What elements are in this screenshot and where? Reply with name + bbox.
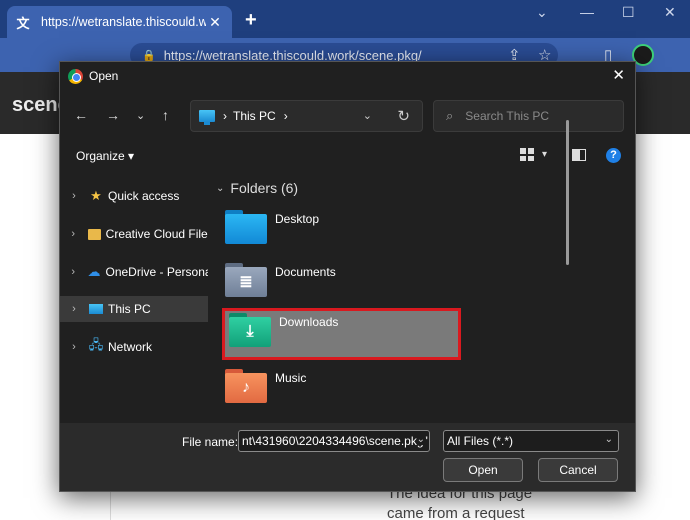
chevron-right-icon[interactable]: ›	[60, 190, 88, 202]
search-input[interactable]	[465, 109, 606, 123]
command-bar: Organize ▾ ▾ ?	[60, 142, 635, 170]
folder-documents[interactable]: ≣ Documents	[225, 261, 460, 309]
folder-name: Music	[275, 371, 307, 385]
view-options-icon[interactable]	[520, 148, 534, 161]
lock-icon: 🔒	[142, 49, 156, 62]
scrollbar[interactable]	[566, 120, 569, 265]
folder-music[interactable]: ♪ Music	[225, 367, 460, 415]
desktop-folder-icon	[225, 210, 267, 244]
sidebar-item-quick-access[interactable]: › ★ Quick access	[60, 183, 208, 209]
breadcrumb-this-pc[interactable]: This PC	[233, 109, 276, 123]
minimize-icon[interactable]: —	[580, 4, 594, 20]
sidebar-item-onedrive[interactable]: › ☁ OneDrive - Personal	[60, 259, 208, 285]
tab-close-icon[interactable]: ✕	[206, 14, 224, 31]
forward-arrow-icon[interactable]: →	[106, 107, 120, 123]
preview-pane-icon[interactable]	[572, 149, 586, 161]
tab-title: https://wetranslate.thiscould.work	[41, 15, 206, 29]
network-icon: 🖧	[88, 337, 104, 352]
window-close-icon[interactable]: ✕	[664, 4, 676, 21]
new-tab-button[interactable]: +	[245, 9, 257, 32]
browser-tab[interactable]: 文 https://wetranslate.thiscould.work ✕	[7, 6, 232, 38]
breadcrumb-separator: ›	[283, 109, 288, 123]
location-bar[interactable]: › This PC › ⌄ ↻	[190, 100, 423, 132]
browser-tab-strip: 文 https://wetranslate.thiscould.work ✕ +…	[0, 0, 690, 38]
breadcrumb-separator: ›	[223, 109, 227, 123]
file-name-input[interactable]: nt\431960\2204334496\scene.pkg" ⌄	[238, 430, 430, 452]
folder-name: Documents	[275, 265, 336, 279]
recent-locations-chevron-icon[interactable]: ⌄	[136, 109, 145, 122]
monitor-icon	[88, 302, 104, 316]
help-icon[interactable]: ?	[606, 148, 621, 163]
folder-name: Desktop	[275, 212, 320, 226]
translate-icon: 文	[16, 15, 30, 31]
search-box[interactable]: ⌕	[433, 100, 624, 132]
sidebar-item-label: OneDrive - Personal	[105, 265, 209, 279]
folder-name: Downloads	[279, 315, 339, 329]
organize-button[interactable]: Organize ▾	[76, 149, 134, 163]
chevron-right-icon[interactable]: ›	[60, 341, 88, 353]
up-arrow-icon[interactable]: ↑	[162, 107, 169, 123]
chrome-icon	[68, 68, 83, 84]
sidebar-item-label: Network	[108, 340, 153, 354]
file-name-label: File name:	[182, 435, 239, 449]
navigation-row: ← → ⌄ ↑ › This PC › ⌄ ↻ ⌕	[60, 99, 635, 133]
chevron-down-icon: ⌄	[216, 182, 225, 194]
monitor-icon	[199, 110, 215, 125]
group-header[interactable]: ⌄ Folders (6)	[216, 180, 298, 196]
navigation-pane: › ★ Quick access › Creative Cloud Files …	[60, 174, 210, 422]
chevron-right-icon[interactable]: ›	[60, 266, 86, 278]
dialog-titlebar: Open ✕	[60, 62, 635, 90]
search-icon: ⌕	[446, 108, 454, 123]
file-type-value: All Files (*.*)	[447, 434, 514, 448]
file-type-select[interactable]: All Files (*.*) ⌄	[443, 430, 619, 452]
page-text-line: came from a request	[387, 505, 525, 520]
open-file-dialog: Open ✕ ← → ⌄ ↑ › This PC › ⌄ ↻ ⌕ Organiz…	[59, 61, 636, 492]
chevron-down-icon: ⌄	[604, 434, 613, 445]
documents-folder-icon: ≣	[225, 263, 267, 297]
chevron-down-icon[interactable]: ⌄	[363, 109, 372, 122]
file-name-value: nt\431960\2204334496\scene.pkg"	[242, 434, 428, 448]
folder-downloads[interactable]: ⤓ Downloads	[222, 308, 461, 360]
open-button[interactable]: Open	[443, 458, 523, 482]
refresh-icon[interactable]: ↻	[397, 107, 410, 125]
chevron-down-icon[interactable]: ⌄	[536, 4, 548, 21]
chevron-down-icon[interactable]: ▾	[542, 149, 547, 160]
dialog-footer: File name: nt\431960\2204334496\scene.pk…	[60, 423, 635, 491]
folder-desktop[interactable]: Desktop	[225, 208, 460, 256]
music-folder-icon: ♪	[225, 369, 267, 403]
group-header-label: Folders (6)	[230, 180, 299, 196]
sidebar-item-label: Creative Cloud Files	[105, 227, 208, 241]
chevron-right-icon[interactable]: ›	[60, 228, 87, 240]
sidebar-item-label: This PC	[108, 302, 151, 316]
cancel-button[interactable]: Cancel	[538, 458, 618, 482]
dialog-close-icon[interactable]: ✕	[612, 66, 625, 84]
chevron-down-icon[interactable]: ⌄	[416, 434, 425, 445]
dialog-title: Open	[89, 69, 119, 83]
maximize-icon[interactable]: ☐	[622, 4, 635, 21]
sidebar-item-label: Quick access	[108, 189, 180, 203]
chevron-right-icon[interactable]: ›	[60, 303, 88, 315]
sidebar-item-network[interactable]: › 🖧 Network	[60, 334, 208, 360]
creative-cloud-folder-icon	[87, 227, 102, 241]
star-icon: ★	[90, 188, 102, 203]
cloud-icon: ☁	[87, 264, 101, 279]
sidebar-item-creative-cloud[interactable]: › Creative Cloud Files	[60, 221, 208, 247]
back-arrow-icon[interactable]: ←	[74, 107, 88, 123]
sidebar-item-this-pc[interactable]: › This PC	[60, 296, 208, 322]
downloads-folder-icon: ⤓	[229, 313, 271, 347]
